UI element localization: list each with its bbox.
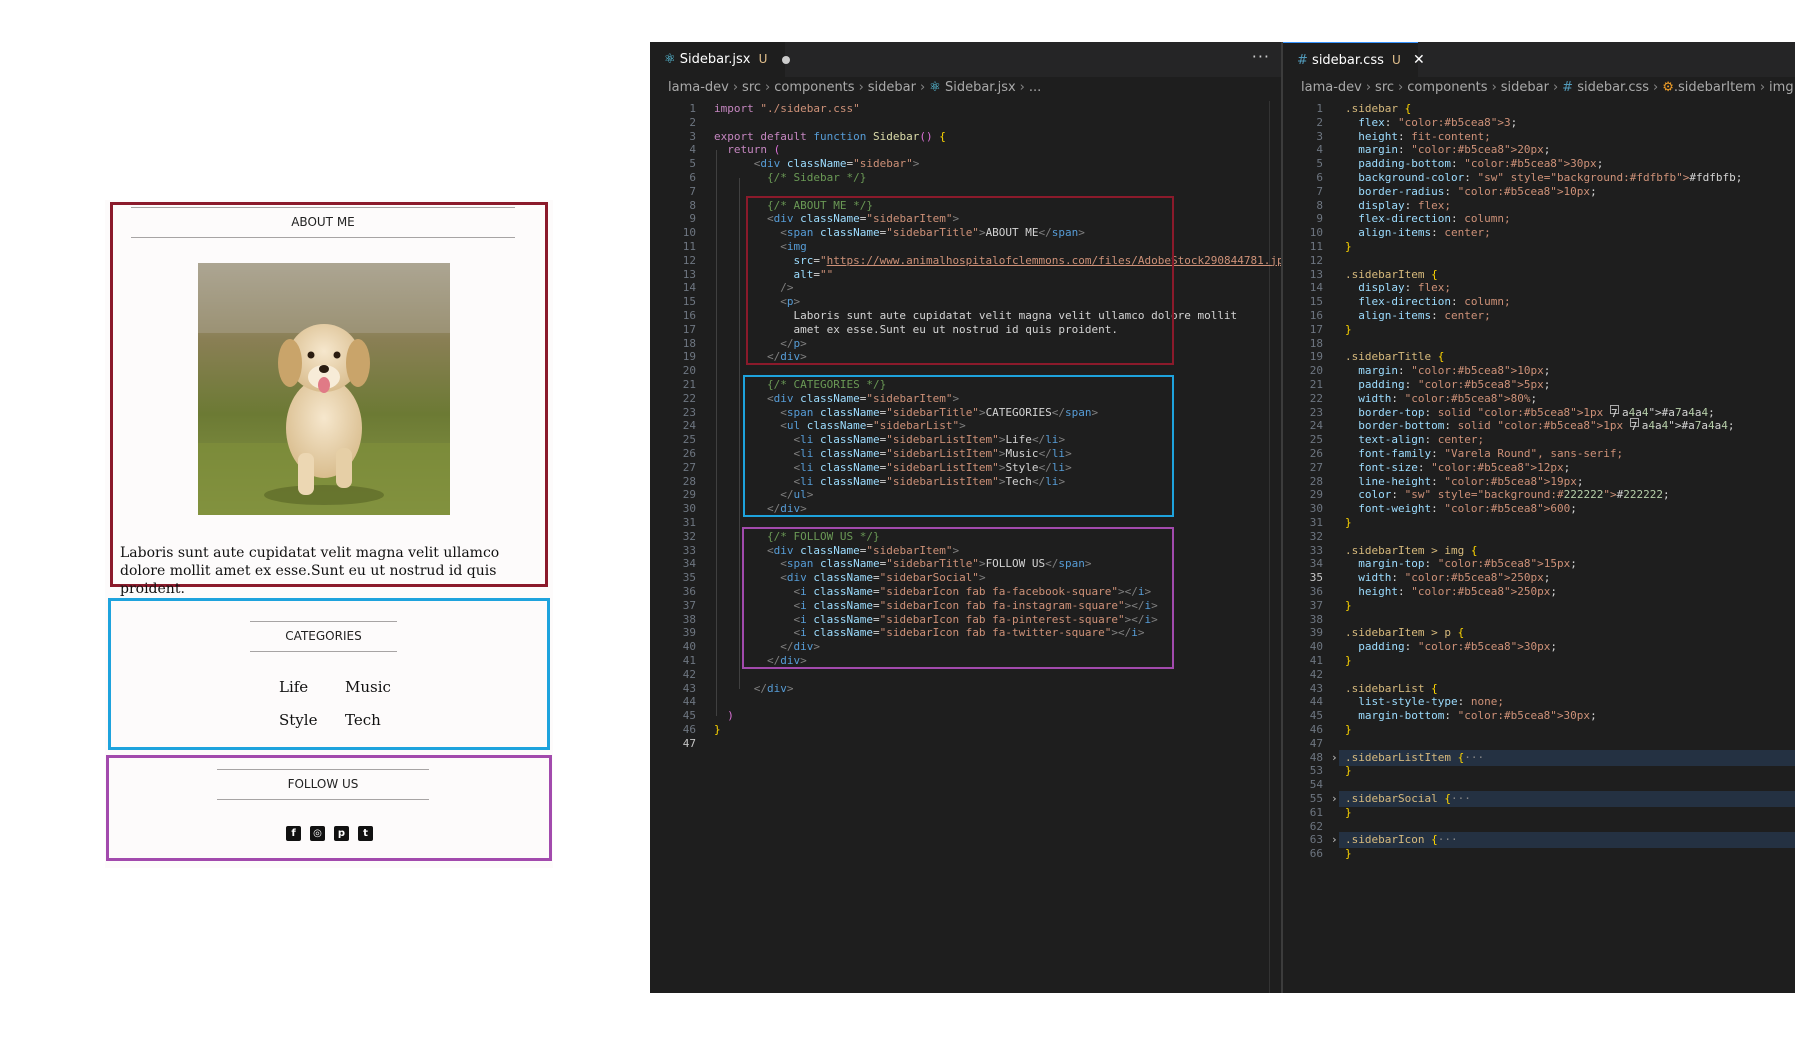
- category-life[interactable]: Life: [279, 678, 308, 696]
- css-file-icon: #: [1297, 53, 1308, 68]
- code-line: .sidebarListItem {···: [1345, 750, 1485, 764]
- about-me-title: ABOUT ME: [131, 207, 515, 238]
- line-number: 47: [682, 736, 696, 750]
- breadcrumb-item[interactable]: sidebar: [868, 80, 916, 95]
- chevron-right-icon: ›: [1019, 80, 1025, 95]
- category-style[interactable]: Style: [279, 711, 317, 729]
- code-line: height: "color:#b5cea8">250px;: [1358, 585, 1557, 598]
- editor-scrollbar[interactable]: [1269, 101, 1270, 993]
- chevron-right-icon: ›: [1491, 80, 1497, 95]
- breadcrumb: lama-dev › src › components › sidebar › ⚛ Sideba…: [650, 77, 1282, 99]
- code-line: }: [1345, 516, 1352, 529]
- breadcrumb-item[interactable]: sidebar: [1501, 80, 1549, 95]
- breadcrumb: lama-dev › src › components › sidebar › # sideba…: [1283, 77, 1795, 99]
- code-line: </div>: [753, 681, 794, 695]
- unsaved-dot-icon[interactable]: [781, 55, 790, 64]
- chevron-right-icon: ›: [1653, 80, 1659, 95]
- chevron-right-icon[interactable]: ›: [1331, 750, 1338, 766]
- twitter-square-icon[interactable]: t: [358, 826, 373, 841]
- breadcrumb-item[interactable]: .sidebarItem: [1674, 80, 1756, 95]
- css-tab-bar: # sidebar.css U ✕: [1283, 42, 1795, 77]
- follow-us-title: FOLLOW US: [217, 769, 429, 800]
- puppy-image: [198, 263, 450, 515]
- tab-label: Sidebar.jsx: [679, 52, 751, 67]
- breadcrumb-item[interactable]: sidebar.css: [1577, 80, 1649, 95]
- category-music[interactable]: Music: [345, 678, 391, 696]
- breadcrumb-item[interactable]: Sidebar.jsx: [945, 80, 1016, 95]
- pinterest-square-icon[interactable]: p: [334, 826, 349, 841]
- code-line: }: [1345, 654, 1352, 667]
- tab-label: sidebar.css: [1312, 53, 1384, 68]
- chevron-right-icon: ›: [732, 80, 739, 95]
- categories-code-highlight: [743, 375, 1174, 517]
- code-line: {/* Sidebar */}: [766, 171, 867, 184]
- code-line: }: [1345, 723, 1352, 736]
- untracked-badge: U: [1392, 53, 1401, 67]
- code-line: import "./sidebar.css": [714, 102, 860, 115]
- code-line: }: [1345, 805, 1352, 819]
- chevron-right-icon: ›: [765, 80, 771, 95]
- code-line: }: [1345, 240, 1352, 253]
- facebook-square-icon[interactable]: f: [286, 826, 301, 841]
- chevron-right-icon[interactable]: ›: [1331, 791, 1338, 807]
- code-line: .sidebarSocial {···: [1345, 792, 1471, 805]
- instagram-square-icon[interactable]: ◎: [310, 826, 325, 841]
- chevron-right-icon: ›: [1365, 80, 1372, 95]
- jsx-tab-bar: ⚛ Sidebar.jsx U ···: [650, 42, 1282, 77]
- tab-sidebar-jsx[interactable]: ⚛ Sidebar.jsx U: [650, 42, 790, 77]
- code-line: align-items: center;: [1358, 309, 1491, 322]
- more-actions-icon[interactable]: ···: [1252, 42, 1270, 72]
- breadcrumb-item[interactable]: src: [742, 80, 761, 95]
- categories-title: CATEGORIES: [250, 621, 397, 652]
- css-editor[interactable]: # sidebar.css U ✕ lama-dev › src › component…: [1283, 42, 1795, 993]
- untracked-badge: U: [758, 52, 768, 66]
- react-file-icon: ⚛: [664, 52, 676, 67]
- chevron-right-icon[interactable]: ›: [1331, 832, 1338, 848]
- about-me-code-highlight: [746, 195, 1174, 366]
- code-line: }: [1345, 847, 1352, 861]
- indent-guide: [739, 178, 740, 689]
- css-file-icon: #: [1562, 80, 1578, 95]
- breadcrumb-item[interactable]: img: [1769, 80, 1794, 95]
- chevron-right-icon: ›: [1398, 80, 1404, 95]
- code-line: margin-bottom: "color:#b5cea8">30px;: [1358, 709, 1597, 723]
- selector-icon: ⚙: [1662, 80, 1674, 95]
- breadcrumb-item[interactable]: src: [1375, 80, 1394, 95]
- chevron-right-icon: ›: [919, 80, 926, 95]
- jsx-editor[interactable]: ⚛ Sidebar.jsx U ··· lama-dev › src › compone…: [650, 42, 1282, 993]
- code-line: padding: "color:#b5cea8">30px;: [1358, 640, 1557, 654]
- breadcrumb-item[interactable]: ...: [1029, 80, 1041, 95]
- indent-guide: [716, 150, 717, 717]
- category-tech[interactable]: Tech: [345, 711, 381, 729]
- code-line: .sidebarIcon {···: [1345, 833, 1458, 847]
- tab-sidebar-css[interactable]: # sidebar.css U ✕: [1283, 42, 1425, 77]
- code-line: }: [1345, 598, 1352, 612]
- breadcrumb-item[interactable]: components: [774, 80, 854, 95]
- line-number: 66: [1309, 847, 1323, 861]
- puppy-photo: [198, 263, 450, 515]
- code-line: }: [714, 723, 721, 736]
- code-line: font-weight: "color:#b5cea8">600;: [1358, 502, 1577, 516]
- breadcrumb-item[interactable]: lama-dev: [1301, 80, 1362, 95]
- breadcrumb-item[interactable]: components: [1407, 80, 1487, 95]
- breadcrumb-item[interactable]: lama-dev: [668, 80, 729, 95]
- code-line: align-items: center;: [1358, 226, 1491, 240]
- code-line: }: [1345, 322, 1352, 336]
- react-file-icon: ⚛: [929, 80, 945, 95]
- follow-us-code-highlight: [742, 526, 1174, 669]
- chevron-right-icon: ›: [1759, 80, 1766, 95]
- about-me-paragraph: Laboris sunt aute cupidatat velit magna …: [120, 545, 500, 597]
- chevron-right-icon: ›: [858, 80, 864, 95]
- chevron-right-icon: ›: [1552, 80, 1559, 95]
- close-tab-icon[interactable]: ✕: [1413, 52, 1425, 68]
- code-line: }: [1345, 764, 1352, 778]
- screenshot-root: ABOUT ME Laboris sunt aute cupidatat vel…: [0, 0, 1815, 1049]
